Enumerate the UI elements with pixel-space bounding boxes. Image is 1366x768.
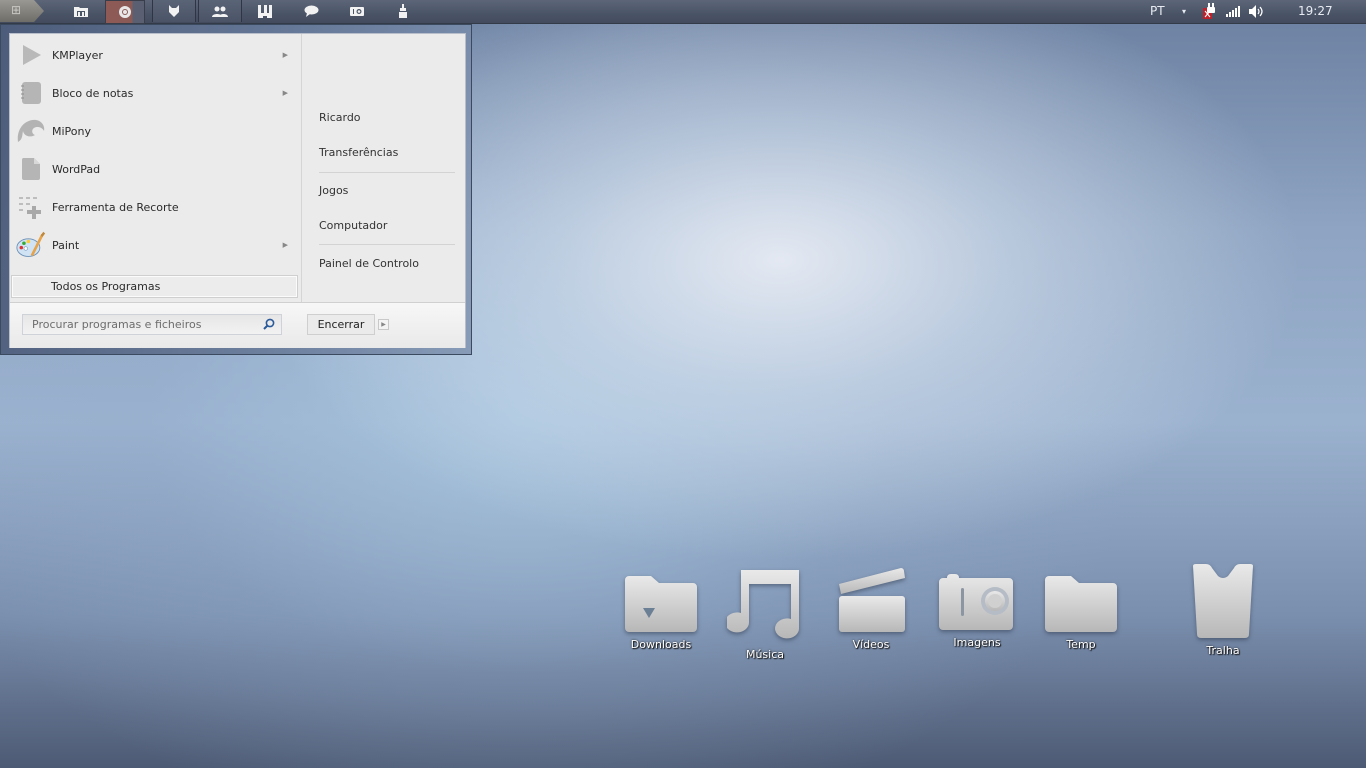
desktop-icon-downloads[interactable]: Downloads: [616, 574, 706, 651]
utorrent-icon: [258, 4, 272, 18]
notepad-icon: [16, 78, 46, 108]
program-item-wordpad[interactable]: WordPad: [10, 150, 300, 188]
tray-overflow-button[interactable]: ▾: [1182, 0, 1186, 22]
start-menu: KMPlayer ▶ Bloco de notas ▶ MiPony WordP…: [0, 24, 472, 355]
taskbar-contacts[interactable]: [198, 0, 242, 22]
submenu-arrow-icon: ▶: [282, 51, 288, 59]
taskbar: ⊞ PT ▾ 19:27: [0, 0, 1366, 24]
desktop-icon-label: Vídeos: [852, 638, 890, 651]
place-item-computador[interactable]: Computador: [319, 219, 387, 232]
desktop-icon-label: Temp: [1066, 638, 1096, 651]
program-label: Bloco de notas: [52, 86, 134, 100]
program-label: KMPlayer: [52, 48, 103, 62]
search-placeholder: Procurar programas e ficheiros: [32, 318, 202, 331]
desktop-icon-tralha[interactable]: Tralha: [1178, 562, 1268, 657]
shutdown-label: Encerrar: [317, 318, 365, 331]
folder-icon: [1045, 576, 1117, 632]
programs-pane: KMPlayer ▶ Bloco de notas ▶ MiPony WordP…: [10, 34, 301, 302]
chevron-down-icon: ▾: [1182, 6, 1187, 16]
snipping-tool-icon: [16, 192, 46, 222]
language-indicator[interactable]: PT: [1150, 0, 1165, 22]
desktop-icon-label: Tralha: [1206, 644, 1240, 657]
desktop-icon-label: Downloads: [630, 638, 692, 651]
chrome-icon: [119, 6, 131, 18]
program-item-ferramenta-de-recorte[interactable]: Ferramenta de Recorte: [10, 188, 300, 226]
speaker-icon: [1249, 4, 1263, 18]
document-icon: [16, 154, 46, 184]
place-item-painel-de-controlo[interactable]: Painel de Controlo: [319, 257, 419, 270]
submenu-arrow-icon: ▶: [282, 89, 288, 97]
downloads-folder-icon: [625, 576, 697, 632]
chevron-right-icon: ▶: [381, 321, 386, 328]
places-divider: [319, 172, 455, 173]
taskbar-utorrent[interactable]: [252, 0, 278, 22]
volume-tray-button[interactable]: [1249, 0, 1265, 22]
all-programs-label: Todos os Programas: [51, 280, 161, 293]
chat-bubble-icon: [304, 5, 318, 17]
clock[interactable]: 19:27: [1298, 0, 1333, 22]
battery-tray-button[interactable]: [1203, 0, 1216, 22]
palette-icon: [16, 230, 46, 260]
taskbar-camera[interactable]: [344, 0, 370, 22]
trash-bin-icon: [1193, 564, 1253, 638]
taskbar-firefox[interactable]: [152, 0, 196, 22]
desktop-icon-label: Imagens: [953, 636, 1001, 649]
folder-icon: [74, 6, 88, 17]
play-icon: [16, 40, 46, 70]
desktop-icon-label: Música: [745, 648, 785, 661]
place-item-ricardo[interactable]: Ricardo: [319, 111, 361, 124]
desktop-icon-imagens[interactable]: Imagens: [932, 572, 1022, 649]
program-label: Ferramenta de Recorte: [52, 200, 179, 214]
start-menu-body: KMPlayer ▶ Bloco de notas ▶ MiPony WordP…: [9, 33, 466, 348]
clock-time: 19:27: [1298, 4, 1333, 18]
fox-icon: [169, 5, 179, 17]
taskbar-explorer[interactable]: [66, 0, 96, 22]
program-item-paint[interactable]: Paint ▶: [10, 226, 300, 264]
users-icon: [212, 6, 228, 17]
brush-icon: [399, 4, 407, 18]
start-menu-bottom-bar: Procurar programas e ficheiros Encerrar …: [10, 302, 465, 348]
place-item-transferencias[interactable]: Transferências: [319, 146, 398, 159]
desktop-icon-temp[interactable]: Temp: [1036, 574, 1126, 651]
search-icon[interactable]: [263, 318, 275, 333]
places-divider: [319, 244, 455, 245]
program-item-kmplayer[interactable]: KMPlayer ▶: [10, 36, 300, 74]
submenu-arrow-icon: ▶: [282, 241, 288, 249]
camera-icon: [350, 7, 364, 16]
shutdown-button[interactable]: Encerrar: [307, 314, 375, 335]
program-label: Paint: [52, 238, 80, 252]
music-note-icon: [727, 570, 800, 639]
places-pane: Ricardo Transferências Jogos Computador …: [301, 34, 466, 302]
camera-icon: [939, 574, 1013, 630]
program-label: WordPad: [52, 162, 101, 176]
battery-plug-icon: [1203, 3, 1215, 19]
shutdown-options-button[interactable]: ▶: [378, 319, 389, 330]
program-label: MiPony: [52, 124, 91, 138]
taskbar-chrome[interactable]: [105, 0, 145, 24]
desktop-icon-videos[interactable]: Vídeos: [826, 568, 916, 651]
program-item-mipony[interactable]: MiPony: [10, 112, 300, 150]
network-tray-button[interactable]: [1226, 0, 1241, 22]
program-item-bloco-de-notas[interactable]: Bloco de notas ▶: [10, 74, 300, 112]
taskbar-cleaner[interactable]: [390, 0, 416, 22]
start-button[interactable]: ⊞: [0, 0, 44, 22]
taskbar-messenger[interactable]: [298, 0, 324, 22]
search-input[interactable]: Procurar programas e ficheiros: [22, 314, 282, 335]
clapperboard-icon: [839, 568, 905, 632]
signal-bars-icon: [1226, 5, 1240, 17]
place-item-jogos[interactable]: Jogos: [319, 184, 348, 197]
language-label: PT: [1150, 4, 1165, 18]
windows-flag-icon: ⊞: [11, 3, 22, 17]
all-programs-button[interactable]: Todos os Programas: [11, 275, 298, 298]
mipony-icon: [16, 116, 46, 146]
desktop-icon-musica[interactable]: Música: [720, 568, 810, 661]
